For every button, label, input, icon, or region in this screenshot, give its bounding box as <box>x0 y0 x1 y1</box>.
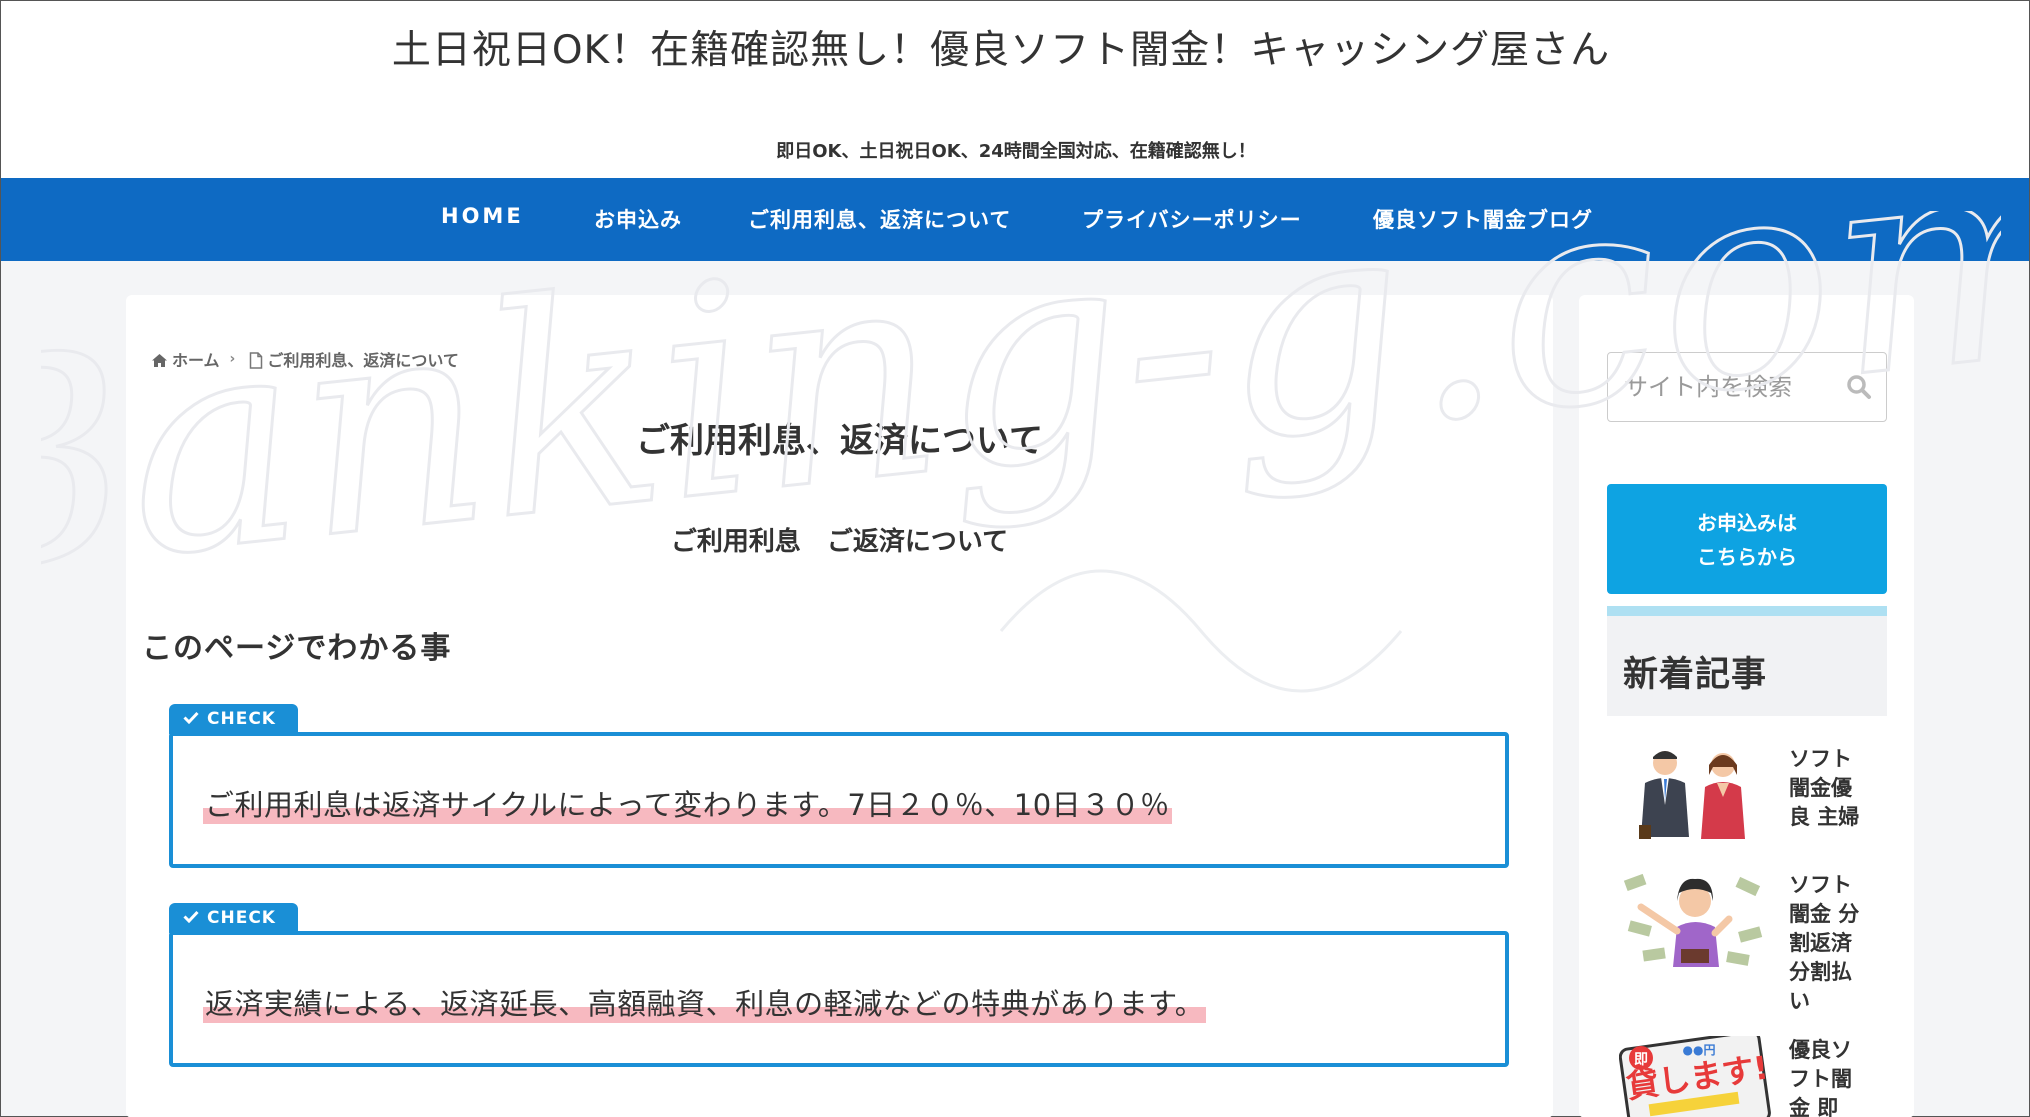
article-title[interactable]: 優良ソフト闇金 即 <box>1789 1036 1869 1117</box>
home-icon <box>151 350 168 369</box>
check-box: 返済実績による、返済延長、高額融資、利息の軽減などの特典があります。 <box>169 931 1509 1067</box>
svg-text:●●円: ●●円 <box>1683 1043 1716 1057</box>
checkmark-icon <box>183 709 207 729</box>
article-item[interactable]: ソフト闇金 分割返済 分割払い <box>1619 871 1889 1013</box>
article-item[interactable]: 即 貸します! ●●円 優良ソフト闇金 即 <box>1619 1036 1889 1117</box>
file-icon <box>249 350 263 369</box>
site-tagline: 即日OK、土日祝日OK、24時間全国対応、在籍確認無し！ <box>776 141 1256 162</box>
article-title[interactable]: ソフト闇金優良 主婦 <box>1789 745 1869 832</box>
main-nav: HOME お申込み ご利用利息、返済について プライバシーポリシー 優良ソフト闇… <box>1 178 2029 261</box>
check-label: CHECK <box>169 704 298 734</box>
chevron-right-icon: › <box>229 351 236 367</box>
site-header: 土日祝日OK！在籍確認無し！優良ソフト闇金！キャッシング屋さん 即日OK、土日祝… <box>1 1 2029 178</box>
nav-item-privacy-policy[interactable]: プライバシーポリシー <box>1082 204 1302 234</box>
checkmark-icon <box>183 908 207 928</box>
breadcrumb-current: ご利用利息、返済について <box>267 351 459 370</box>
breadcrumb: ホーム › ご利用利息、返済について <box>151 347 459 371</box>
nav-item-interest-repayment[interactable]: ご利用利息、返済について <box>748 204 1011 234</box>
article-thumbnail[interactable] <box>1619 745 1771 845</box>
nav-item-blog[interactable]: 優良ソフト闇金ブログ <box>1373 204 1593 234</box>
article-item[interactable]: ソフト闇金優良 主婦 <box>1619 745 1889 865</box>
new-articles-heading: 新着記事 <box>1623 655 1768 695</box>
search-box <box>1607 352 1887 422</box>
section-heading: このページでわかる事 <box>142 631 452 666</box>
main-content: ホーム › ご利用利息、返済について ご利用利息、返済について ご利用利息 ご返… <box>126 295 1553 1117</box>
new-articles-widget: 新着記事 <box>1607 606 1887 716</box>
check-text: ご利用利息は返済サイクルによって変わります。7日２０％、10日３０％ <box>203 782 1172 824</box>
nav-item-home[interactable]: HOME <box>441 204 524 228</box>
subheading: ご利用利息 ご返済について <box>670 527 1009 557</box>
search-input[interactable] <box>1608 353 1838 421</box>
check-label: CHECK <box>169 903 298 933</box>
nav-item-apply[interactable]: お申込み <box>594 204 682 234</box>
article-thumbnail[interactable] <box>1619 871 1771 971</box>
check-text: 返済実績による、返済延長、高額融資、利息の軽減などの特典があります。 <box>203 981 1207 1023</box>
site-title[interactable]: 土日祝日OK！在籍確認無し！優良ソフト闇金！キャッシング屋さん <box>1 19 2001 75</box>
article-title[interactable]: ソフト闇金 分割返済 分割払い <box>1789 871 1869 1016</box>
sidebar: お申込みは こちらから 新着記事 ソフト闇金優良 主婦 <box>1579 295 1914 1117</box>
check-box: ご利用利息は返済サイクルによって変わります。7日２０％、10日３０％ <box>169 732 1509 868</box>
search-icon[interactable] <box>1846 374 1872 404</box>
apply-button[interactable]: お申込みは こちらから <box>1607 484 1887 594</box>
article-thumbnail[interactable]: 即 貸します! ●●円 <box>1619 1036 1771 1117</box>
page-title: ご利用利息、返済について <box>636 421 1043 461</box>
breadcrumb-home-link[interactable]: ホーム <box>172 347 220 371</box>
